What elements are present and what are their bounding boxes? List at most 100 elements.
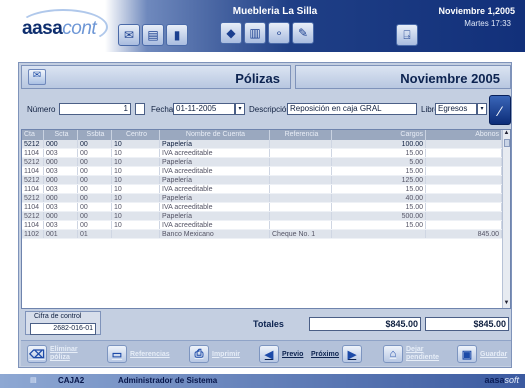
table-cell: 001 bbox=[44, 230, 78, 238]
numero-checkbox[interactable] bbox=[135, 103, 145, 115]
proximo-button[interactable]: Próximo ▶ bbox=[311, 343, 363, 365]
table-cell: 10 bbox=[112, 140, 160, 148]
table-cell: IVA acreeditable bbox=[160, 167, 270, 175]
table-cell bbox=[270, 140, 332, 148]
table-cell: 5.00 bbox=[332, 158, 426, 166]
table-cell: 1102 bbox=[22, 230, 44, 238]
books-icon[interactable]: ▥ bbox=[244, 22, 266, 44]
col-nombre[interactable]: Nombre de Cuenta bbox=[160, 130, 270, 140]
table-cell: IVA acreeditable bbox=[160, 149, 270, 157]
numero-label: Número bbox=[27, 105, 56, 114]
table-cell: 100.00 bbox=[332, 140, 426, 148]
previo-button[interactable]: ◀ Previo bbox=[259, 343, 303, 365]
table-cell: Papelería bbox=[160, 212, 270, 220]
numero-field[interactable]: 1 bbox=[59, 103, 131, 115]
col-centro[interactable]: Centro bbox=[112, 130, 160, 140]
table-row[interactable]: 5212 000 00 10 Papelería 500.00 bbox=[22, 212, 510, 221]
chart-icon[interactable]: ▮ bbox=[166, 24, 188, 46]
imprimir-label: Imprimir bbox=[212, 350, 241, 358]
calendar-icon[interactable]: ▤ bbox=[142, 24, 164, 46]
imprimir-button[interactable]: ⎙ Imprimir bbox=[189, 343, 240, 365]
table-row[interactable]: 1104 003 00 10 IVA acreeditable 15.00 bbox=[22, 221, 510, 230]
scroll-thumb[interactable] bbox=[504, 139, 510, 147]
guardar-button[interactable]: ▣ Guardar bbox=[457, 343, 507, 365]
table-cell: 500.00 bbox=[332, 212, 426, 220]
table-row[interactable]: 1104 003 00 10 IVA acreeditable 15.00 bbox=[22, 185, 510, 194]
table-cell: Papelería bbox=[160, 194, 270, 202]
col-ssbta[interactable]: Ssbta bbox=[78, 130, 112, 140]
book-icon[interactable]: ◆ bbox=[220, 22, 242, 44]
table-cell: 003 bbox=[44, 221, 78, 229]
table-cell: 5212 bbox=[22, 158, 44, 166]
settings-icon[interactable]: ✎ bbox=[292, 22, 314, 44]
exit-icon[interactable]: ⍈ bbox=[396, 24, 418, 46]
col-referencia[interactable]: Referencia bbox=[270, 130, 332, 140]
table-cell: 01 bbox=[78, 230, 112, 238]
table-cell: IVA acreeditable bbox=[160, 203, 270, 211]
app-header: aasacont ✉ ▤ ▮ ◆ ▥ ∘ ✎ ⍈ Muebleria La Si… bbox=[0, 0, 525, 52]
table-cell: 00 bbox=[78, 212, 112, 220]
trash-icon: ⌫ bbox=[27, 345, 47, 363]
app-logo: aasacont bbox=[22, 18, 97, 40]
table-cell: 1104 bbox=[22, 203, 44, 211]
header-date: Noviembre 1,2005 bbox=[438, 6, 515, 16]
table-cell: 003 bbox=[44, 203, 78, 211]
printer-icon: ⎙ bbox=[189, 345, 209, 363]
table-cell bbox=[270, 185, 332, 193]
ledger-button[interactable]: ⁄ bbox=[489, 95, 511, 125]
fecha-dropdown-icon[interactable]: ▾ bbox=[235, 103, 245, 115]
col-cta[interactable]: Cta bbox=[22, 130, 44, 140]
table-row[interactable]: 1102 001 01 Banco Mexicano Cheque No. 1 845.0… bbox=[22, 230, 510, 239]
table-cell: 000 bbox=[44, 176, 78, 184]
table-row[interactable]: 5212 000 00 10 Papelería 125.00 bbox=[22, 176, 510, 185]
cifra-box: Cifra de control 2682-016-01 bbox=[25, 311, 101, 335]
group-icon[interactable]: ∘ bbox=[268, 22, 290, 44]
table-cell: Papelería bbox=[160, 140, 270, 148]
referencias-button[interactable]: ▭ Referencias bbox=[107, 343, 170, 365]
libro-dropdown-icon[interactable]: ▾ bbox=[477, 103, 487, 115]
col-cargos[interactable]: Cargos bbox=[332, 130, 426, 140]
dejar-pendiente-button[interactable]: ⌂ Dejar pendiente bbox=[383, 343, 446, 365]
table-cell: 00 bbox=[78, 194, 112, 202]
fecha-label: Fecha bbox=[151, 105, 174, 114]
table-scrollbar[interactable]: ▲ ▼ bbox=[502, 130, 510, 308]
table-row[interactable]: 1104 003 00 10 IVA acreeditable 15.00 bbox=[22, 149, 510, 158]
table-cell: IVA acreeditable bbox=[160, 185, 270, 193]
arrow-right-icon: ▶ bbox=[342, 345, 363, 363]
table-cell bbox=[426, 203, 502, 211]
table-row[interactable]: 1104 003 00 10 IVA acreeditable 15.00 bbox=[22, 167, 510, 176]
table-cell bbox=[270, 212, 332, 220]
table-row[interactable]: 5212 000 00 10 Papelería 100.00 bbox=[22, 140, 510, 149]
col-scta[interactable]: Scta bbox=[44, 130, 78, 140]
table-cell: 10 bbox=[112, 185, 160, 193]
page-title: Pólizas bbox=[235, 71, 280, 86]
table-cell: 15.00 bbox=[332, 167, 426, 175]
table-cell bbox=[270, 158, 332, 166]
table-cell bbox=[426, 176, 502, 184]
descripcion-field[interactable]: Reposición en caja GRAL bbox=[287, 103, 417, 115]
table-cell: 5212 bbox=[22, 176, 44, 184]
form-row: Número 1 Fecha 01-11-2005 ▾ Descripción … bbox=[21, 93, 511, 127]
libro-select[interactable]: Egresos bbox=[435, 103, 477, 115]
table-cell bbox=[270, 221, 332, 229]
eliminar-button[interactable]: ⌫ Eliminar póliza bbox=[27, 343, 86, 365]
document-icon[interactable]: ✉ bbox=[118, 24, 140, 46]
table-cell: 00 bbox=[78, 167, 112, 175]
cifra-label: Cifra de control bbox=[34, 313, 82, 320]
table-cell: 000 bbox=[44, 194, 78, 202]
arrow-left-icon: ◀ bbox=[259, 345, 279, 363]
title-section: ✉ Pólizas bbox=[21, 65, 291, 89]
col-abonos[interactable]: Abonos bbox=[426, 130, 502, 140]
table-row[interactable]: 1104 003 00 10 IVA acreeditable 15.00 bbox=[22, 203, 510, 212]
scroll-up-icon[interactable]: ▲ bbox=[503, 130, 510, 138]
table-cell: 10 bbox=[112, 203, 160, 211]
table-cell: 15.00 bbox=[332, 185, 426, 193]
fecha-field[interactable]: 01-11-2005 bbox=[173, 103, 235, 115]
table-cell: 125.00 bbox=[332, 176, 426, 184]
table-cell bbox=[426, 158, 502, 166]
table-row[interactable]: 5212 000 00 10 Papelería 5.00 bbox=[22, 158, 510, 167]
scroll-down-icon[interactable]: ▼ bbox=[503, 300, 510, 308]
table-cell: 10 bbox=[112, 149, 160, 157]
table-row[interactable]: 5212 000 00 10 Papelería 40.00 bbox=[22, 194, 510, 203]
total-abonos: $845.00 bbox=[425, 317, 509, 331]
